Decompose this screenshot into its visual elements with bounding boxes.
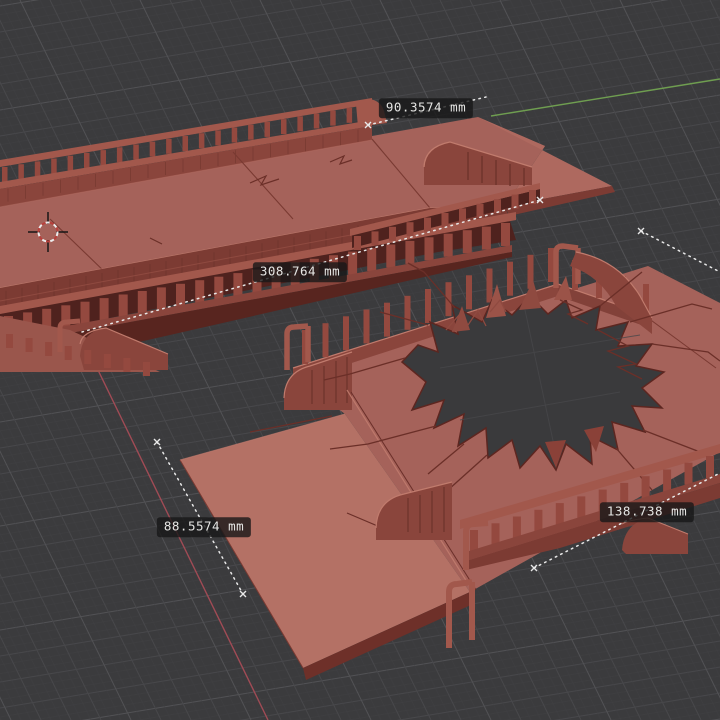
measurement-label-width-lower-left[interactable]: 88.5574 mm [156, 517, 252, 537]
measurement-label-length-lower-right[interactable]: 138.738 mm [599, 502, 695, 522]
measurement-label-width-top[interactable]: 90.3574 mm [378, 98, 474, 118]
y-axis-line [490, 78, 720, 117]
measurement-label-length-upper[interactable]: 308.764 mm [252, 262, 348, 282]
viewport-scene [0, 0, 720, 720]
3d-viewport[interactable]: 90.3574 mm 308.764 mm 88.5574 mm 138.738… [0, 0, 720, 720]
